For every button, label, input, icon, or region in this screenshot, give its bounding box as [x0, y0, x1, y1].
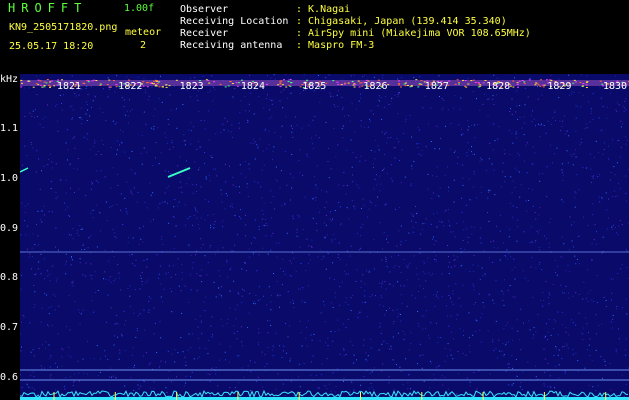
antenna-label: Receiving antenna [180, 40, 283, 51]
spectrogram-panel [20, 74, 629, 400]
location-label: Receiving Location [180, 16, 289, 27]
receiver-value: : AirSpy mini (Miakejima VOR 108.65MHz) [296, 28, 531, 39]
time-tick-label: 1829 [547, 81, 572, 92]
time-tick-label: 1828 [486, 81, 511, 92]
y-tick-label: 1.0 [0, 172, 19, 184]
meteor-count: 2 [140, 40, 147, 51]
observer-label: Observer [180, 4, 229, 15]
y-axis-unit: kHz [0, 74, 19, 85]
location-value: : Chigasaki, Japan (139.414 35.340) [296, 16, 507, 27]
y-tick-label: 1.1 [0, 123, 19, 134]
time-tick-label: 1822 [118, 81, 143, 92]
time-tick-label: 1825 [302, 81, 327, 92]
file-name: KN9_2505171820.png [9, 22, 118, 33]
noise-floor-trace [20, 389, 628, 399]
time-tick-label: 1824 [240, 81, 265, 92]
app-name: HROFFT [8, 1, 88, 15]
meteor-echo [167, 167, 191, 178]
meteor-echo [20, 167, 29, 173]
receiver-label: Receiver [180, 28, 229, 39]
spectrogram-plot [20, 74, 629, 400]
noise-layer [20, 74, 629, 400]
y-tick-label: 0.9 [0, 222, 19, 234]
time-tick-label: 1827 [424, 81, 449, 92]
time-tick-label: 1830 [603, 81, 628, 92]
date-time: 25.05.17 18:20 [9, 41, 94, 52]
meteor-label: meteor [125, 27, 162, 38]
time-tick-label: 1826 [363, 81, 388, 92]
header-panel: HROFFT 1.00f KN9_2505171820.png meteor 2… [0, 0, 629, 74]
y-tick-label: 0.6 [0, 372, 19, 383]
app-version: 1.00f [124, 3, 155, 14]
time-tick-label: 1823 [179, 81, 204, 92]
y-tick-label: 0.7 [0, 322, 19, 334]
time-tick-label: 1821 [57, 81, 82, 92]
antenna-value: : Maspro FM-3 [296, 40, 375, 51]
observer-value: : K.Nagai [296, 4, 351, 15]
y-tick-label: 0.8 [0, 272, 19, 284]
